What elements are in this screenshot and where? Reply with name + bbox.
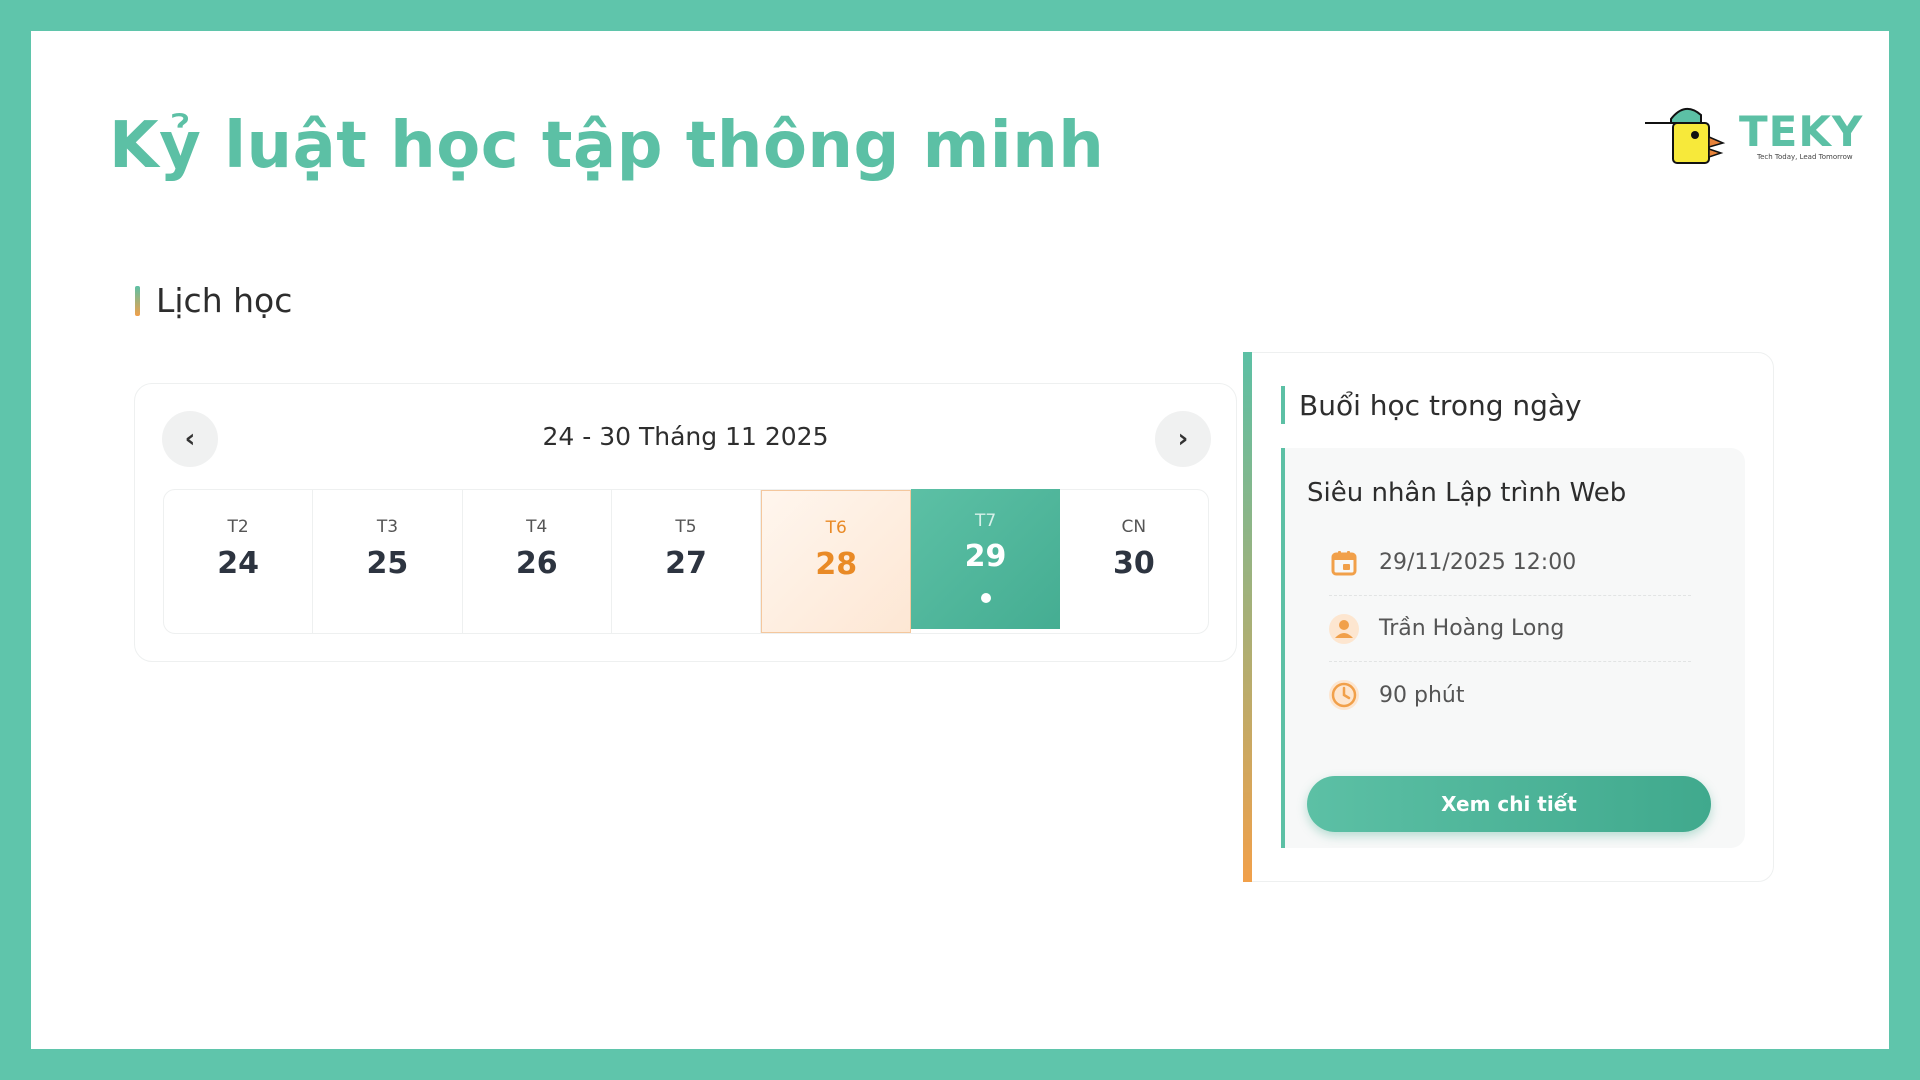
panel-title-bar — [1281, 386, 1285, 424]
day-date: 30 — [1112, 546, 1155, 581]
day-weekday: T5 — [675, 517, 697, 537]
logo-wordmark: TEKY — [1739, 107, 1864, 156]
day-cell-fri-today[interactable]: T6 28 — [761, 490, 912, 633]
day-weekday: T4 — [526, 517, 548, 537]
session-datetime-row: 29/11/2025 12:00 — [1329, 530, 1691, 596]
day-weekday: T2 — [227, 517, 249, 537]
day-date: 28 — [815, 547, 858, 582]
day-weekday: CN — [1121, 517, 1147, 537]
section-label: Lịch học — [156, 281, 293, 320]
day-date: 25 — [366, 546, 409, 581]
day-cell-sun[interactable]: CN 30 — [1060, 490, 1208, 633]
next-week-button[interactable]: › — [1155, 411, 1211, 467]
session-datetime: 29/11/2025 12:00 — [1379, 550, 1577, 575]
session-card: Siêu nhân Lập trình Web 29/11/2025 12:00… — [1281, 448, 1745, 848]
day-strip: T2 24 T3 25 T4 26 T5 27 T6 28 T7 29 CN 3… — [163, 489, 1209, 634]
teky-logo: TEKY Tech Today, Lead Tomorrow — [1645, 97, 1863, 177]
view-details-button[interactable]: Xem chi tiết — [1307, 776, 1711, 832]
session-duration-row: 90 phút — [1329, 662, 1691, 728]
day-weekday: T6 — [825, 518, 847, 538]
clock-icon — [1329, 680, 1359, 710]
chevron-right-icon: › — [1177, 424, 1189, 454]
person-icon — [1329, 613, 1359, 644]
event-dot-indicator — [980, 593, 991, 603]
day-date: 29 — [964, 539, 1007, 574]
week-range-label: 24 - 30 Tháng 11 2025 — [542, 422, 829, 451]
session-name: Siêu nhân Lập trình Web — [1307, 478, 1627, 508]
day-date: 24 — [217, 546, 260, 581]
session-teacher: Trần Hoàng Long — [1379, 616, 1565, 641]
section-accent-bar — [135, 285, 140, 316]
week-calendar: ‹ 24 - 30 Tháng 11 2025 › T2 24 T3 25 T4… — [134, 383, 1237, 662]
day-cell-sat-selected[interactable]: T7 29 — [911, 489, 1060, 629]
day-weekday: T3 — [376, 517, 399, 537]
page-title: Kỷ luật học tập thông minh — [109, 109, 1105, 183]
panel-accent-bar — [1243, 352, 1252, 882]
day-date: 27 — [665, 546, 707, 581]
panel-header: Buổi học trong ngày — [1281, 386, 1582, 424]
logo-tagline: Tech Today, Lead Tomorrow — [1757, 153, 1853, 161]
day-cell-mon[interactable]: T2 24 — [164, 490, 314, 633]
session-teacher-row: Trần Hoàng Long — [1329, 596, 1691, 662]
day-cell-wed[interactable]: T4 26 — [463, 490, 612, 633]
bird-mascot-icon — [1645, 108, 1726, 164]
day-cell-thu[interactable]: T5 27 — [612, 490, 762, 633]
day-date: 26 — [515, 546, 558, 581]
day-cell-tue[interactable]: T3 25 — [313, 490, 463, 633]
section-title: Lịch học — [135, 281, 292, 320]
session-duration: 90 phút — [1379, 682, 1465, 708]
day-weekday: T7 — [974, 511, 997, 531]
calendar-icon — [1329, 548, 1359, 578]
panel-title: Buổi học trong ngày — [1299, 388, 1582, 422]
